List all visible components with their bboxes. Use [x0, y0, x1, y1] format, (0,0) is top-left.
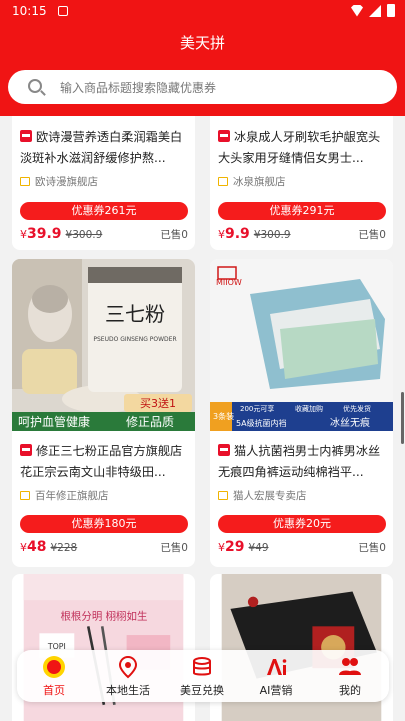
tmall-icon: [20, 130, 32, 142]
tmall-icon: [218, 130, 230, 142]
tab-label: 美豆兑换: [180, 684, 224, 697]
product-card[interactable]: MIIOW 3条装 5A级抗菌内裆 冰丝无痕 200元可享 收藏加购 优先发货 …: [210, 259, 393, 567]
price-row: ¥ 48 ¥228 已售0: [20, 539, 188, 555]
coupon-button[interactable]: 优惠券291元: [218, 202, 386, 220]
price-row: ¥ 9.9 ¥300.9 已售0: [218, 226, 386, 242]
status-bar: 10:15: [0, 0, 405, 24]
status-time: 10:15: [12, 4, 47, 18]
product-title: 欧诗漫营养透白柔润霜美白淡斑补水滋润舒缓修护熬...: [20, 130, 183, 165]
product-image[interactable]: 三七粉 PSEUDO GINSENG POWDER 买3送1 呵护血管健康 修正…: [12, 259, 195, 431]
product-image[interactable]: MIIOW 3条装 5A级抗菌内裆 冰丝无痕 200元可享 收藏加购 优先发货: [210, 259, 393, 431]
currency: ¥: [20, 228, 27, 241]
bottom-tab-bar: 首页 本地生活 美豆兑换 AI营销 我的: [17, 650, 389, 702]
tab-home[interactable]: 首页: [17, 650, 91, 702]
image-text: 根根分明 栩栩如生: [60, 609, 147, 622]
image-text: 三七粉: [105, 302, 165, 326]
shop-name: 猫人宏展专卖店: [233, 490, 307, 502]
image-text: 修正品质: [126, 414, 174, 429]
shop-row[interactable]: 冰泉旗舰店: [218, 174, 286, 189]
currency: ¥: [218, 541, 225, 554]
tab-label: 我的: [339, 684, 361, 697]
tab-label: 本地生活: [106, 684, 150, 697]
price: 39.9: [27, 226, 62, 242]
sold-count: 已售0: [358, 542, 386, 554]
image-text: 冰丝无痕: [330, 416, 370, 429]
tab-label: 首页: [43, 684, 65, 697]
tab-label: AI营销: [259, 684, 293, 697]
tab-mine[interactable]: 我的: [313, 650, 387, 702]
image-text: 收藏加购: [295, 404, 323, 413]
original-price: ¥300.9: [65, 229, 103, 241]
wifi-icon: [351, 4, 363, 17]
shop-row[interactable]: 欧诗漫旗舰店: [20, 174, 98, 189]
price: 48: [27, 539, 47, 555]
shop-name: 百年修正旗舰店: [35, 490, 109, 502]
image-text: 呵护血管健康: [18, 414, 90, 429]
signal-icon: [369, 4, 381, 17]
image-text: PSEUDO GINSENG POWDER: [93, 336, 176, 343]
exchange-icon: [193, 657, 211, 676]
image-text: 5A级抗菌内裆: [236, 418, 287, 428]
image-text: 3条装: [213, 411, 234, 421]
shop-name: 冰泉旗舰店: [233, 176, 286, 188]
sold-count: 已售0: [358, 229, 386, 241]
search-bar[interactable]: 输入商品标题搜索隐藏优惠券: [8, 70, 397, 104]
shop-icon: [20, 177, 30, 186]
tmall-icon: [218, 444, 230, 456]
product-title: 冰泉成人牙刷软毛护龈宽头大头家用牙缝情侣女男士...: [218, 130, 381, 165]
shop-icon: [20, 491, 30, 500]
price: 9.9: [225, 226, 250, 242]
currency: ¥: [20, 541, 27, 554]
search-input[interactable]: 输入商品标题搜索隐藏优惠券: [60, 79, 216, 96]
image-text: 优先发货: [343, 404, 371, 413]
original-price: ¥49: [248, 542, 269, 554]
ai-icon: [267, 659, 287, 675]
product-card[interactable]: 欧诗漫营养透白柔润霜美白淡斑补水滋润舒缓修护熬... 欧诗漫旗舰店 优惠券261…: [12, 116, 195, 250]
coupon-button[interactable]: 优惠券261元: [20, 202, 188, 220]
status-icons: [351, 4, 395, 17]
tab-local-life[interactable]: 本地生活: [91, 650, 165, 702]
shop-row[interactable]: 百年修正旗舰店: [20, 488, 109, 503]
shop-row[interactable]: 猫人宏展专卖店: [218, 488, 307, 503]
page-title: 美天拼: [179, 34, 225, 52]
product-title: 猫人抗菌裆男士内裤男冰丝无痕四角裤运动纯棉裆平...: [218, 444, 381, 479]
battery-icon: [387, 4, 395, 17]
original-price: ¥300.9: [253, 229, 291, 241]
coupon-button[interactable]: 优惠券20元: [218, 515, 386, 533]
product-card[interactable]: 冰泉成人牙刷软毛护龈宽头大头家用牙缝情侣女男士... 冰泉旗舰店 优惠券291元…: [210, 116, 393, 250]
price-row: ¥ 29 ¥49 已售0: [218, 539, 386, 555]
product-feed[interactable]: 欧诗漫营养透白柔润霜美白淡斑补水滋润舒缓修护熬... 欧诗漫旗舰店 优惠券261…: [0, 116, 405, 721]
price: 29: [225, 539, 245, 555]
shop-icon: [218, 491, 228, 500]
sold-count: 已售0: [160, 229, 188, 241]
search-icon: [28, 79, 42, 93]
image-text: 200元可享: [240, 404, 274, 413]
shop-name: 欧诗漫旗舰店: [35, 176, 98, 188]
price-row: ¥ 39.9 ¥300.9 已售0: [20, 226, 188, 242]
notification-icon: [58, 6, 68, 16]
tmall-icon: [20, 444, 32, 456]
tab-ai-marketing[interactable]: AI营销: [239, 650, 313, 702]
user-icon: [339, 658, 361, 675]
image-text: 买3送1: [140, 396, 176, 410]
product-card[interactable]: 三七粉 PSEUDO GINSENG POWDER 买3送1 呵护血管健康 修正…: [12, 259, 195, 567]
coupon-button[interactable]: 优惠券180元: [20, 515, 188, 533]
product-title: 修正三七粉正品官方旗舰店花正宗云南文山非特级田...: [20, 444, 183, 479]
original-price: ¥228: [50, 542, 78, 554]
sold-count: 已售0: [160, 542, 188, 554]
scrollbar[interactable]: [401, 392, 404, 444]
home-icon: [43, 656, 65, 678]
location-icon: [118, 655, 138, 679]
shop-icon: [218, 177, 228, 186]
currency: ¥: [218, 228, 225, 241]
tab-bean-exchange[interactable]: 美豆兑换: [165, 650, 239, 702]
